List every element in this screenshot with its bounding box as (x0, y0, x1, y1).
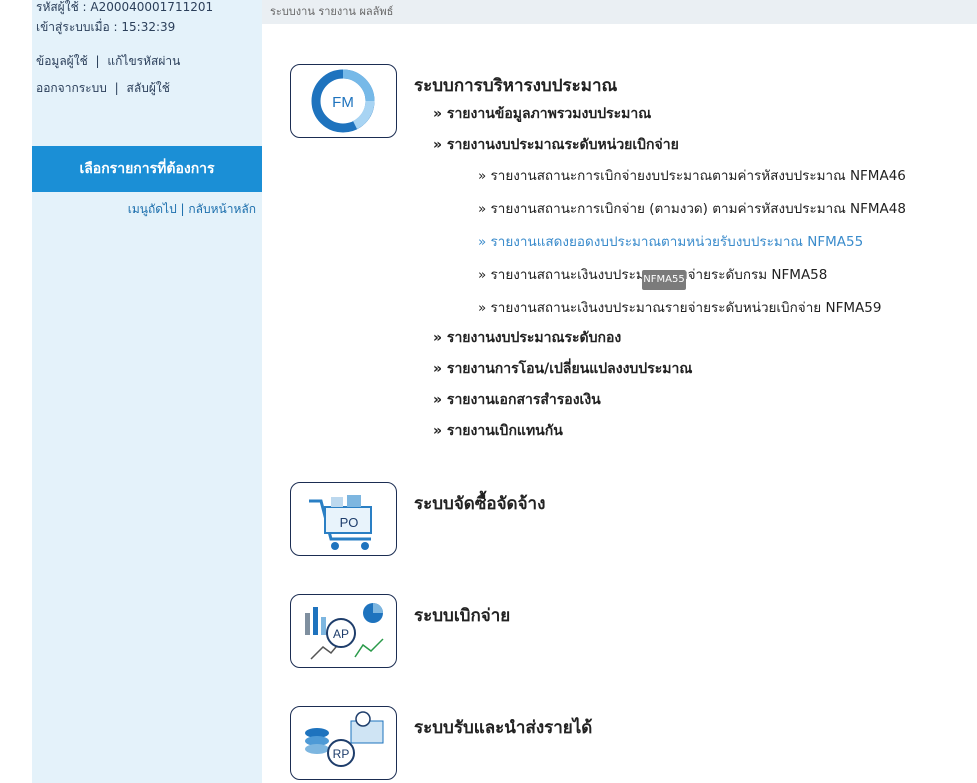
login-time: เข้าสู่ระบบเมื่อ : 15:32:39 (36, 20, 176, 34)
rp-system-icon[interactable]: RP (290, 706, 397, 780)
switch-user-link[interactable]: สลับผู้ใช้ (127, 81, 170, 95)
submenu-item-nfma59[interactable]: » รายงานสถานะเงินงบประมาณรายจ่ายระดับหน่… (478, 296, 881, 318)
tooltip: NFMA55 (642, 270, 686, 290)
submenu-item-nfma46[interactable]: » รายงานสถานะการเบิกจ่ายงบประมาณตามค่ารห… (478, 164, 906, 186)
ap-system-title[interactable]: ระบบเบิกจ่าย (414, 602, 510, 629)
logout-link[interactable]: ออกจากระบบ (36, 81, 107, 95)
po-system-icon[interactable]: PO (290, 482, 397, 556)
ap-chart-icon: AP (305, 603, 384, 660)
menu-header: เลือกรายการที่ต้องการ (32, 146, 262, 192)
ap-system-icon[interactable]: AP (290, 594, 397, 668)
fm-donut-icon: FM (311, 69, 375, 133)
rp-money-icon: RP (305, 711, 384, 767)
menu-item-budget-transfer[interactable]: » รายงานการโอน/เปลี่ยนแปลงงบประมาณ (433, 358, 692, 380)
nav-links[interactable]: เมนูถัดไป | กลับหน้าหลัก (128, 200, 256, 219)
menu-item-budget-overview[interactable]: » รายงานข้อมูลภาพรวมงบประมาณ (433, 103, 651, 125)
ap-icon-label: AP (333, 627, 349, 641)
menu-item-disburse-on-behalf[interactable]: » รายงานเบิกแทนกัน (433, 420, 563, 442)
submenu-item-nfma48[interactable]: » รายงานสถานะการเบิกจ่าย (ตามงวด) ตามค่า… (478, 197, 906, 219)
menu-item-budget-disbursement-unit[interactable]: » รายงานงบประมาณระดับหน่วยเบิกจ่าย (433, 134, 679, 156)
menu-item-reserve-docs[interactable]: » รายงานเอกสารสำรองเงิน (433, 389, 601, 411)
profile-link[interactable]: ข้อมูลผู้ใช้ (36, 54, 88, 68)
menu-item-budget-division[interactable]: » รายงานงบประมาณระดับกอง (433, 327, 621, 349)
rp-icon-label: RP (333, 747, 350, 761)
po-system-title[interactable]: ระบบจัดซื้อจัดจ้าง (414, 490, 545, 517)
user-code: รหัสผู้ใช้ : A200040001711201 (36, 0, 214, 14)
fm-icon-label: FM (332, 94, 354, 111)
submenu-item-nfma55[interactable]: » รายงานแสดงยอดงบประมาณตามหน่วยรับงบประม… (478, 230, 863, 252)
breadcrumb: ระบบงาน รายงาน ผลลัพธ์ (270, 5, 394, 18)
po-icon-label: PO (340, 515, 359, 530)
sidebar: รหัสผู้ใช้ : A200040001711201 เข้าสู่ระบ… (32, 0, 262, 783)
change-password-link[interactable]: แก้ไขรหัสผ่าน (107, 54, 180, 68)
user-links-row: ข้อมูลผู้ใช้ | แก้ไขรหัสผ่าน (36, 52, 180, 71)
top-bar: ระบบงาน รายงาน ผลลัพธ์ (262, 0, 977, 24)
link-separator: | (114, 81, 119, 95)
fm-system-title[interactable]: ระบบการบริหารงบประมาณ (414, 72, 617, 99)
fm-system-icon[interactable]: FM (290, 64, 397, 138)
shopping-cart-icon: PO (309, 495, 372, 550)
link-separator: | (95, 54, 100, 68)
session-links-row: ออกจากระบบ | สลับผู้ใช้ (36, 79, 170, 98)
rp-system-title[interactable]: ระบบรับและนำส่งรายได้ (414, 714, 592, 741)
